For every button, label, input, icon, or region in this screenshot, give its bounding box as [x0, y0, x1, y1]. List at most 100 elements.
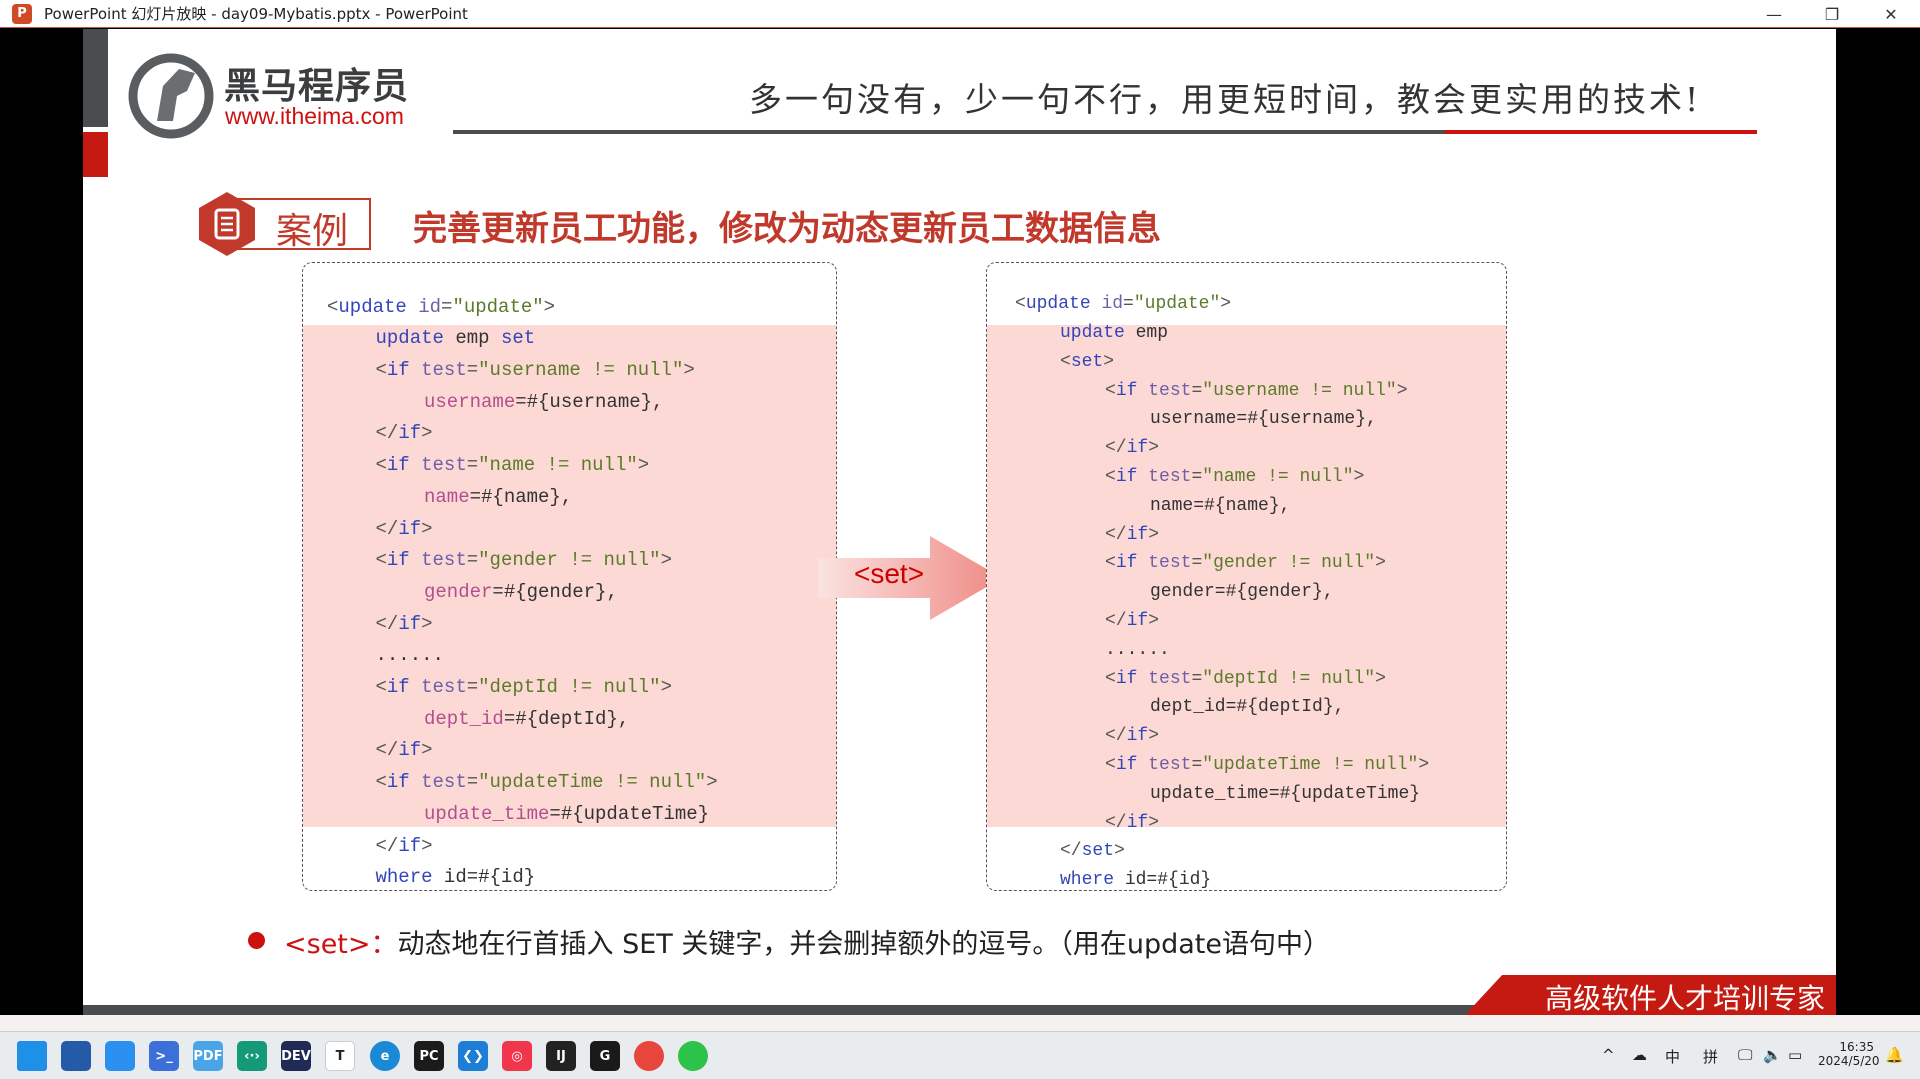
code-token: < — [327, 295, 339, 318]
code-token: "update" — [1133, 294, 1221, 315]
code-token: < — [1105, 380, 1116, 401]
code-token: set — [1081, 841, 1115, 862]
notification-bell-icon[interactable]: 🔔 — [1885, 1046, 1904, 1064]
code-token: </ — [1105, 611, 1127, 631]
code-token: if — [398, 834, 422, 857]
code-token: = — [466, 454, 479, 477]
code-token: if — [386, 454, 410, 477]
intellij-icon[interactable]: IJ — [546, 1041, 576, 1071]
code-token: = — [466, 676, 479, 698]
taskbar: >_ PDF ‹·› DEV Te PC ❮❯ ◎ IJ G ^ ☁ 中 拼 🖵 🔈 ▭ 16:3… — [0, 1032, 1920, 1079]
code-token: < — [1105, 467, 1116, 487]
vscode-icon[interactable]: ❮❯ — [458, 1041, 488, 1071]
wechat-icon[interactable] — [678, 1041, 708, 1071]
code-token: > — [1353, 467, 1365, 487]
code-token: > — [1148, 726, 1160, 747]
tray-overflow-chevron[interactable]: ^ — [1602, 1046, 1615, 1064]
slide-heading: 完善更新员工功能，修改为动态更新员工数据信息 — [413, 209, 1161, 249]
chrome-icon[interactable] — [634, 1041, 664, 1071]
volume-icon[interactable]: 🔈 — [1763, 1046, 1782, 1064]
g-app-icon[interactable]: G — [590, 1041, 620, 1071]
code-line: ...... — [376, 644, 444, 666]
onedrive-icon[interactable]: ☁ — [1632, 1046, 1647, 1064]
restore-button[interactable]: ❐ — [1804, 0, 1860, 28]
code-token: =#{username}, — [515, 390, 664, 413]
logo-name: 黑马程序员 — [224, 66, 410, 107]
code-token: > — [1103, 351, 1115, 372]
code-token: id — [418, 295, 442, 318]
code-token: < — [375, 676, 387, 698]
code-line: </if> — [376, 739, 433, 761]
minimize-button[interactable]: — — [1746, 0, 1802, 28]
header-rule-accent — [1445, 130, 1757, 134]
api-tool-icon[interactable]: ‹·› — [237, 1041, 267, 1071]
start-icon[interactable] — [17, 1041, 47, 1071]
code-token: if — [386, 676, 410, 698]
code-token: username=#{username}, — [1150, 409, 1377, 430]
code-line: </if> — [376, 835, 433, 857]
powershell-icon[interactable]: >_ — [149, 1041, 179, 1071]
code-line: update_time=#{updateTime} — [424, 803, 709, 825]
code-token: > — [1148, 812, 1160, 833]
code-token: = — [1191, 467, 1203, 487]
code-token: test — [421, 359, 467, 381]
code-token: "gender != null" — [478, 549, 661, 572]
code-line: ...... — [1105, 640, 1170, 660]
battery-icon[interactable]: ▭ — [1788, 1046, 1802, 1064]
code-token: update — [1025, 294, 1091, 315]
code-token: update — [375, 327, 444, 350]
pdf-editor-icon[interactable]: PDF — [193, 1041, 223, 1071]
code-panel-after: <update id="update"> update emp < set > < if t… — [986, 262, 1507, 891]
code-token: </ — [375, 517, 399, 540]
code-token: if — [1115, 553, 1138, 574]
code-token: = — [1191, 668, 1203, 689]
code-token: if — [1126, 812, 1149, 833]
code-line: <update id="update"> — [1015, 294, 1231, 314]
badge-label: 案例 — [276, 211, 349, 252]
code-line: username=#{username}, — [424, 391, 663, 413]
network-icon[interactable]: 🖵 — [1738, 1046, 1752, 1064]
code-token: test — [1148, 755, 1192, 775]
code-token: if — [1126, 726, 1149, 747]
close-button[interactable]: ✕ — [1863, 0, 1919, 28]
code-token: if — [1126, 611, 1149, 631]
code-token: "update" — [452, 295, 544, 318]
code-token: emp — [443, 327, 501, 350]
netease-music-icon[interactable]: ◎ — [502, 1041, 532, 1071]
clock-date: 2024/5/20 — [1818, 1054, 1880, 1068]
code-token: "username != null" — [1202, 380, 1397, 401]
ime-indicator[interactable]: 拼 — [1703, 1046, 1718, 1067]
ime-mode[interactable]: 中 — [1665, 1046, 1680, 1067]
microsoft-store-icon[interactable] — [61, 1041, 91, 1071]
code-token: if — [1115, 755, 1138, 775]
code-line: <if test="updateTime != null"> — [376, 771, 718, 793]
code-token: "name != null" — [1202, 467, 1354, 487]
file-archive-icon[interactable] — [105, 1041, 135, 1071]
code-token: = — [466, 359, 479, 381]
pycharm-icon[interactable]: PC — [414, 1041, 444, 1071]
code-line: <if test="username != null"> — [376, 359, 695, 381]
code-token: = — [441, 295, 453, 318]
dev-cpp-icon[interactable]: DEV — [281, 1041, 311, 1071]
typora-icon[interactable]: T — [325, 1041, 355, 1071]
edge-icon[interactable]: e — [370, 1041, 400, 1071]
code-line: update emp set — [376, 327, 536, 349]
slogan: 多一句没有，少一句不行，用更短时间，教会更实用的技术! — [749, 80, 1702, 119]
clock[interactable]: 16:35 2024/5/20 — [1818, 1040, 1880, 1068]
code-token: if — [1126, 524, 1149, 545]
code-line: dept_id=#{deptId}, — [1150, 697, 1344, 717]
code-token: > — [421, 739, 433, 762]
code-token: "updateTime != null" — [478, 771, 707, 794]
code-line: update emp — [1060, 323, 1168, 343]
code-token: = — [1123, 294, 1134, 315]
code-token: = — [1191, 755, 1203, 775]
code-token: gender — [424, 580, 493, 603]
code-line: </if> — [1105, 525, 1159, 545]
code-line: name=#{name}, — [1150, 496, 1290, 516]
